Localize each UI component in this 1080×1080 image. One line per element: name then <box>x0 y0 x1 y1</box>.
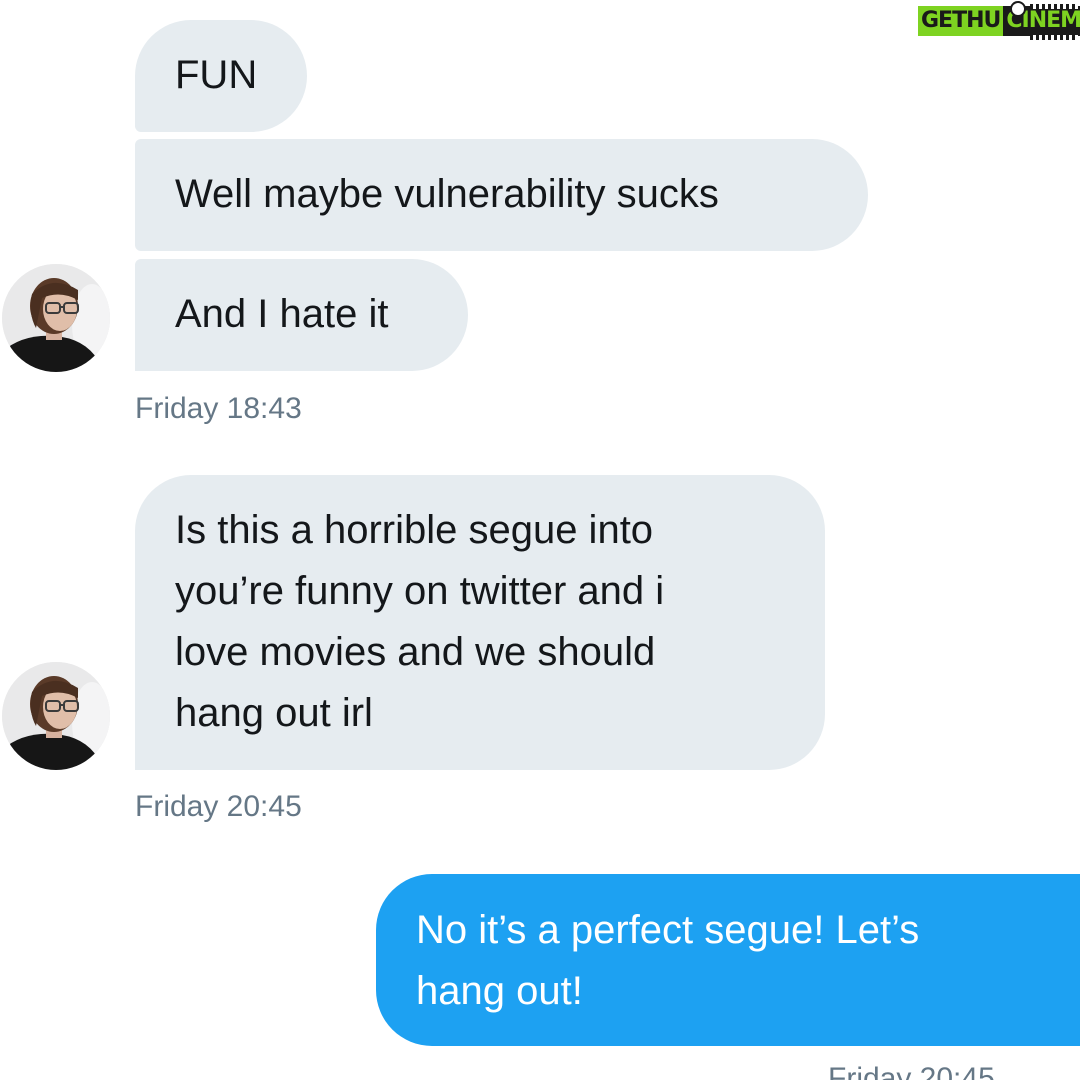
message-bubble-received[interactable]: FUN <box>135 20 307 132</box>
message-bubble-received[interactable]: Well maybe vulnerability sucks <box>135 139 868 251</box>
avatar-photo <box>2 662 110 770</box>
message-timestamp: Friday 18:43 <box>135 392 302 425</box>
watermark-text-gethu: GETHU <box>918 6 1004 36</box>
message-text-line: Is this a horrible segue into <box>175 508 654 552</box>
film-strip-icon <box>1030 4 1078 9</box>
message-bubble-received[interactable]: And I hate it <box>135 259 468 371</box>
message-text-line: No it’s a perfect segue! Let’s <box>416 908 920 952</box>
message-text-line: love movies and we should <box>175 630 656 674</box>
message-bubble-sent[interactable]: No it’s a perfect segue! Let’s hang out! <box>376 874 1080 1046</box>
message-bubble-received[interactable]: Is this a horrible segue into you’re fun… <box>135 475 825 770</box>
dm-conversation: GETHU CINEMA FUN Well maybe vulnerabilit… <box>0 0 1080 1080</box>
message-text: FUN <box>175 53 258 97</box>
message-timestamp: Friday 20:45 <box>135 790 302 823</box>
avatar[interactable] <box>2 264 110 372</box>
message-text-line: you’re funny on twitter and i <box>175 569 665 613</box>
message-text-line: hang out irl <box>175 691 373 735</box>
message-text-line: hang out! <box>416 969 583 1013</box>
avatar[interactable] <box>2 662 110 770</box>
film-strip-icon <box>1030 35 1078 40</box>
message-text: And I hate it <box>175 292 389 336</box>
avatar-photo <box>2 264 110 372</box>
gethu-cinema-watermark: GETHU CINEMA <box>918 1 1080 40</box>
message-timestamp: Friday 20:45 <box>828 1062 995 1080</box>
film-reel-icon <box>1010 1 1026 17</box>
message-text: Well maybe vulnerability sucks <box>175 172 719 216</box>
